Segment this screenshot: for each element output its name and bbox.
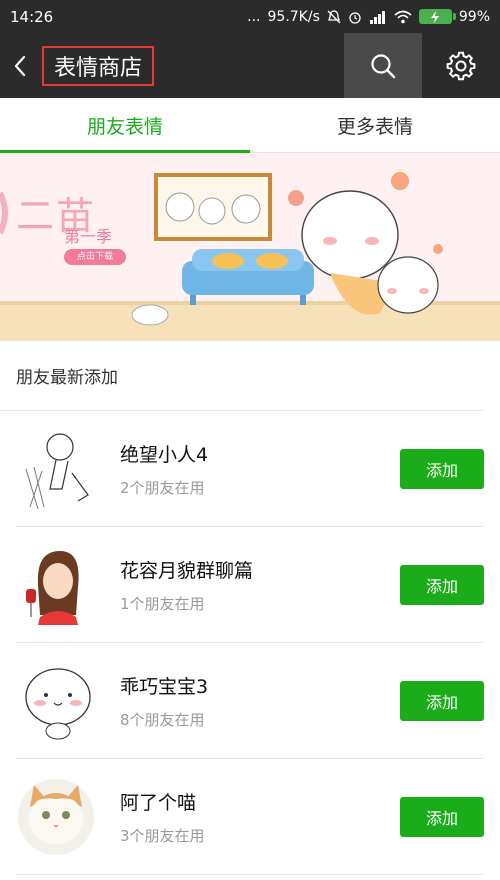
- list-item[interactable]: 阿了个喵 3个朋友在用 添加: [16, 759, 484, 875]
- chevron-left-icon: [14, 55, 26, 76]
- tab-friends-stickers[interactable]: 朋友表情: [0, 98, 250, 153]
- battery-icon: [418, 9, 456, 24]
- sticker-usage: 3个朋友在用: [120, 826, 205, 845]
- sticker-thumbnail: [16, 777, 96, 857]
- add-button[interactable]: 添加: [400, 564, 484, 605]
- alarm-icon: [349, 11, 361, 24]
- back-button[interactable]: [0, 33, 40, 98]
- list-item[interactable]: 乖巧宝宝3 8个朋友在用 添加: [16, 643, 484, 759]
- gear-icon: [446, 51, 476, 80]
- status-time: 14:26: [10, 7, 54, 26]
- sticker-thumbnail: [16, 545, 96, 625]
- mute-icon: [327, 9, 341, 23]
- section-title: 朋友最新添加: [0, 341, 484, 411]
- title-bar: 表情商店: [0, 33, 500, 98]
- search-icon: [371, 53, 396, 78]
- add-button[interactable]: 添加: [400, 796, 484, 837]
- battery-level: 99%: [458, 8, 490, 25]
- network-speed: 95.7K/s: [267, 8, 320, 25]
- add-button[interactable]: 添加: [400, 448, 484, 489]
- tab-more-stickers[interactable]: 更多表情: [250, 98, 500, 152]
- sticker-name: 绝望小人4: [120, 443, 209, 466]
- sticker-name: 阿了个喵: [120, 791, 197, 814]
- list-item[interactable]: 花容月貌群聊篇 1个朋友在用 添加: [16, 527, 484, 643]
- banner-tag: 点击下载: [76, 252, 113, 262]
- signal-dots: ...: [247, 8, 261, 25]
- sticker-thumbnail: [16, 661, 96, 741]
- list-item[interactable]: 绝望小人4 2个朋友在用 添加: [16, 411, 484, 527]
- banner-subtitle: 第一季: [64, 227, 113, 246]
- tab-bar: 朋友表情 更多表情: [0, 98, 500, 153]
- wifi-icon: [394, 10, 412, 23]
- page-title: 表情商店: [42, 45, 155, 86]
- sticker-name: 花容月貌群聊篇: [120, 559, 254, 582]
- status-bar: 14:26 ... 95.7K/s 99%: [0, 0, 500, 33]
- status-indicators: ... 95.7K/s 99%: [247, 9, 490, 25]
- sticker-list: 绝望小人4 2个朋友在用 添加 花容月貌群聊篇 1个朋友在用 添加 乖巧宝宝3 …: [0, 411, 500, 875]
- settings-button[interactable]: [436, 33, 486, 98]
- sticker-usage: 2个朋友在用: [120, 478, 205, 497]
- add-button[interactable]: 添加: [400, 680, 484, 721]
- promo-banner[interactable]: 二苗 第一季 点击下载: [0, 153, 500, 341]
- sticker-name: 乖巧宝宝3: [120, 675, 209, 698]
- sticker-thumbnail: [16, 429, 96, 509]
- sticker-usage: 1个朋友在用: [120, 594, 205, 613]
- cellular-signal-icon: [369, 10, 385, 24]
- sticker-usage: 8个朋友在用: [120, 710, 205, 729]
- search-button[interactable]: [344, 33, 422, 98]
- banner-illustration: [0, 153, 500, 341]
